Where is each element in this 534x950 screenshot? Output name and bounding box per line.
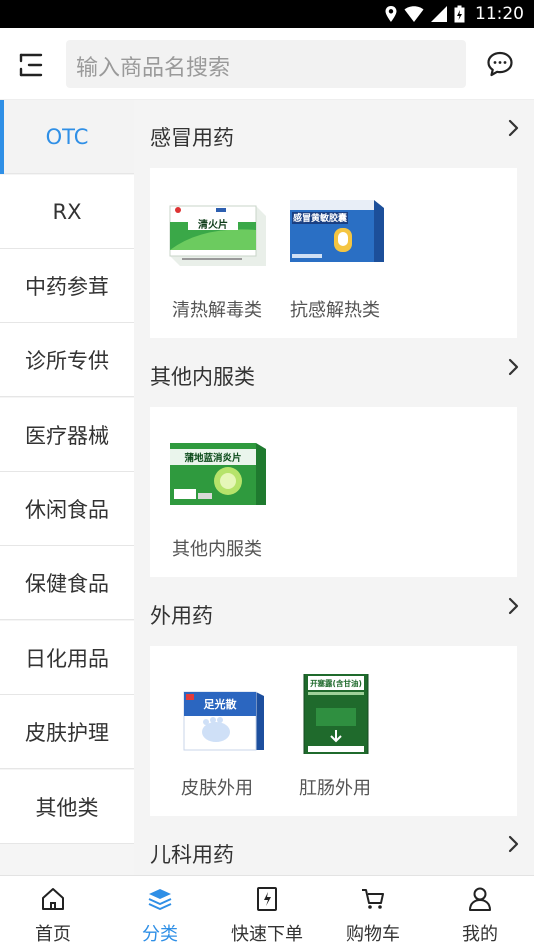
- product-name: 皮肤外用: [181, 778, 253, 799]
- sidebar-item-label: 医疗器械: [25, 423, 109, 448]
- product-image: 开塞露(含甘油): [303, 674, 369, 754]
- section-title: 其他内服类: [150, 365, 255, 389]
- sidebar-item-label: RX: [52, 199, 82, 224]
- tab-label: 我的: [462, 924, 498, 945]
- signal-icon: [431, 6, 447, 22]
- status-bar: 11:20: [0, 0, 534, 28]
- product-item[interactable]: 感冒黄敏胶囊 抗感解热类: [276, 168, 394, 338]
- section-card: 足光散 皮肤外用 开塞露(含甘油) 肛肠外用: [150, 646, 517, 816]
- sidebar-item-label: 日化用品: [25, 646, 109, 671]
- tab-label: 首页: [35, 924, 71, 945]
- quick-order-icon: [257, 887, 277, 911]
- product-item[interactable]: 足光散 皮肤外用: [158, 646, 276, 816]
- product-item[interactable]: 清火片 清热解毒类: [158, 168, 276, 338]
- sidebar-item-rx[interactable]: RX: [0, 175, 134, 249]
- chevron-right-icon[interactable]: [506, 835, 520, 853]
- search-placeholder: 输入商品名搜索: [76, 56, 231, 81]
- sidebar-item-label: 诊所专供: [25, 348, 109, 373]
- box-label: 感冒黄敏胶囊: [293, 212, 348, 224]
- chevron-right-icon[interactable]: [506, 597, 520, 615]
- sidebar-item-others[interactable]: 其他类: [0, 770, 134, 844]
- tab-label: 分类: [142, 924, 178, 945]
- sidebar-item-snacks[interactable]: 休闲食品: [0, 472, 134, 546]
- section-title: 外用药: [150, 604, 213, 628]
- chevron-right-icon[interactable]: [506, 119, 520, 137]
- tab-category[interactable]: 分类: [107, 876, 213, 950]
- location-icon: [385, 6, 397, 22]
- tab-cart[interactable]: 购物车: [320, 876, 426, 950]
- active-indicator: [0, 100, 4, 174]
- tab-home[interactable]: 首页: [0, 876, 106, 950]
- tab-label: 购物车: [346, 924, 400, 945]
- sidebar-item-label: 保健食品: [25, 571, 109, 596]
- section-title: 儿科用药: [150, 843, 234, 867]
- box-label: 足光散: [204, 697, 238, 711]
- box-label: 清火片: [198, 218, 228, 231]
- product-image: 蒲地蓝消炎片: [170, 443, 266, 505]
- product-item[interactable]: 开塞露(含甘油) 肛肠外用: [276, 646, 394, 816]
- product-image: 足光散: [183, 691, 264, 751]
- sidebar-item-health-food[interactable]: 保健食品: [0, 546, 134, 620]
- sidebar-item-label: 皮肤护理: [25, 720, 109, 745]
- sidebar-item-label: OTC: [45, 124, 89, 149]
- sidebar-item-label: 中药参茸: [25, 274, 109, 299]
- category-content: 感冒用药 清火片 清热解毒类 感冒黄敏胶囊 抗感解热类 其他内服类 蒲地蓝消炎片…: [134, 100, 534, 875]
- wifi-icon: [404, 6, 424, 22]
- product-name: 清热解毒类: [172, 300, 262, 321]
- product-name: 其他内服类: [172, 539, 262, 560]
- sidebar-item-clinic[interactable]: 诊所专供: [0, 323, 134, 397]
- menu-icon[interactable]: [18, 52, 46, 78]
- product-item[interactable]: 蒲地蓝消炎片 其他内服类: [158, 407, 276, 577]
- tab-quick-order[interactable]: 快速下单: [214, 876, 320, 950]
- category-icon: [148, 889, 172, 910]
- sidebar-item-daily-chemicals[interactable]: 日化用品: [0, 621, 134, 695]
- section-card: 蒲地蓝消炎片 其他内服类: [150, 407, 517, 577]
- product-image: 感冒黄敏胶囊: [290, 200, 384, 262]
- sidebar-item-label: 其他类: [35, 795, 99, 820]
- search-input[interactable]: 输入商品名搜索: [66, 40, 466, 88]
- tab-profile[interactable]: 我的: [427, 876, 533, 950]
- section-title: 感冒用药: [150, 126, 234, 150]
- sidebar-item-medical-devices[interactable]: 医疗器械: [0, 398, 134, 472]
- user-icon: [469, 887, 491, 911]
- sidebar-item-otc[interactable]: OTC: [0, 100, 134, 174]
- box-label: 蒲地蓝消炎片: [184, 452, 241, 464]
- battery-icon: [454, 5, 465, 23]
- category-sidebar: OTC RX 中药参茸 诊所专供 医疗器械 休闲食品 保健食品 日化用品 皮肤护…: [0, 100, 134, 875]
- cart-icon: [362, 889, 384, 909]
- product-name: 肛肠外用: [299, 778, 371, 799]
- header: 输入商品名搜索: [0, 28, 534, 100]
- sidebar-item-skin-care[interactable]: 皮肤护理: [0, 695, 134, 769]
- sidebar-item-tcm[interactable]: 中药参茸: [0, 249, 134, 323]
- status-time: 11:20: [475, 4, 524, 24]
- home-icon: [42, 888, 64, 910]
- product-image: 清火片: [169, 205, 266, 266]
- product-name: 抗感解热类: [290, 300, 380, 321]
- box-label: 开塞露(含甘油): [310, 678, 362, 688]
- sidebar-item-label: 休闲食品: [25, 497, 109, 522]
- chevron-right-icon[interactable]: [506, 358, 520, 376]
- message-icon[interactable]: [486, 50, 514, 78]
- bottom-tab-bar: 首页 分类 快速下单 购物车 我的: [0, 875, 534, 950]
- tab-label: 快速下单: [231, 924, 303, 945]
- section-card: 清火片 清热解毒类 感冒黄敏胶囊 抗感解热类: [150, 168, 517, 338]
